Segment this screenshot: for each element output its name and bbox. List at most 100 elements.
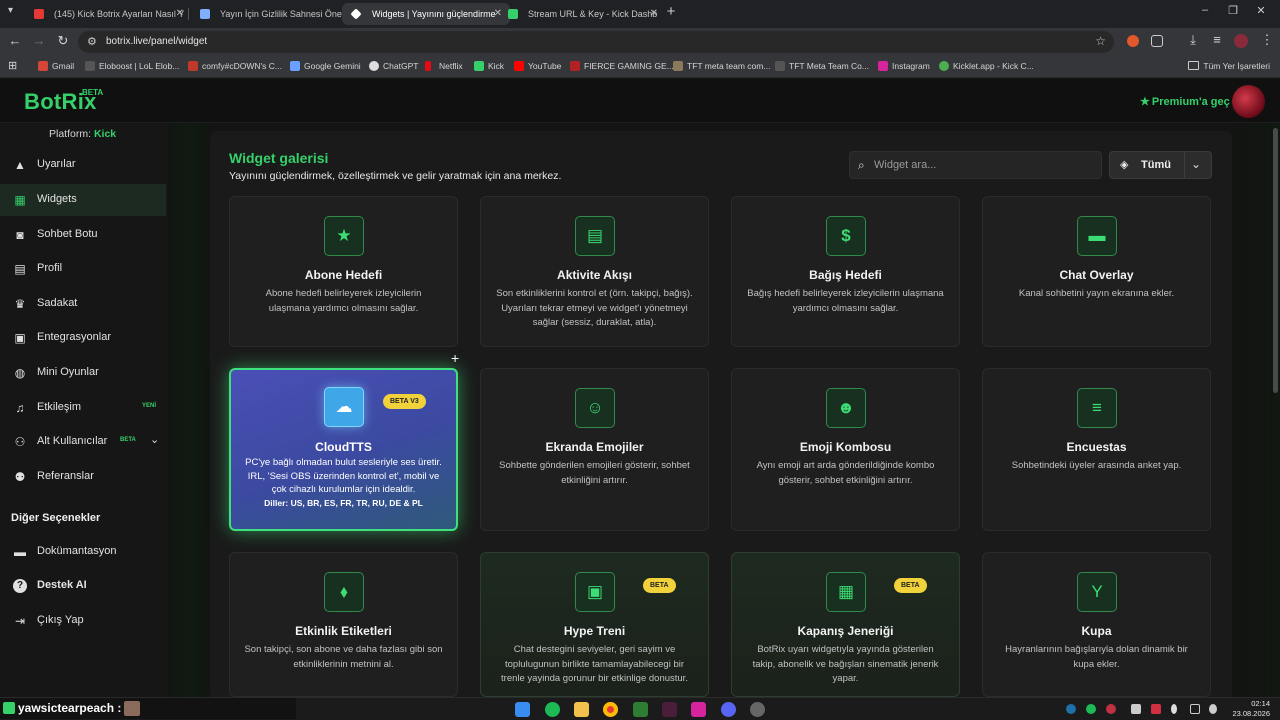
search-input[interactable] (874, 156, 1094, 174)
widget-card-emoji-kombosu[interactable]: ☻ Emoji Kombosu Aynı emoji art arda gönd… (731, 368, 960, 531)
scrollbar[interactable] (1273, 128, 1278, 393)
spotify-icon[interactable] (545, 702, 560, 717)
file-explorer-icon[interactable] (574, 702, 589, 717)
sidebar-item-cikis-yap[interactable]: ⇥ Çıkış Yap (0, 605, 166, 637)
sidebar-item-sohbet-botu[interactable]: ◙ Sohbet Botu (0, 219, 166, 251)
url-text[interactable]: botrix.live/panel/widget (106, 36, 207, 47)
bookmark-item[interactable]: YouTube (514, 61, 561, 71)
sidebar-item-profil[interactable]: ▤ Profil (0, 253, 166, 285)
widget-card-encuestas[interactable]: ≡ Encuestas Sohbetindeki üyeler arasında… (982, 368, 1211, 531)
app-icon[interactable] (633, 702, 648, 717)
tray-icon[interactable] (1131, 704, 1141, 714)
sidebar-item-widgets[interactable]: ▦ Widgets (0, 184, 166, 216)
widget-card-etkinlik-etiketleri[interactable]: ⬧ Etkinlik Etiketleri Son takipçi, son a… (229, 552, 458, 697)
chrome-icon[interactable] (603, 702, 618, 717)
new-tab-icon[interactable]: + (664, 3, 678, 20)
tray-icon[interactable] (1066, 704, 1076, 714)
sidebar-item-dokumantasyon[interactable]: ▬ Dokümantasyon (0, 536, 166, 568)
tray-icon[interactable] (1106, 704, 1116, 714)
bookmark-item[interactable]: TFT Meta Team Co... (775, 61, 869, 71)
premium-button[interactable]: ★ Premium'a geç (1140, 95, 1230, 108)
browser-tab[interactable]: (145) Kick Botrix Ayarları Nasıl Y ✕ (24, 3, 192, 25)
widget-search[interactable]: ⌕ (849, 151, 1102, 179)
sidebar-item-etkilesim[interactable]: ♫ Etkileşim YENİ (0, 392, 166, 424)
tray-icon[interactable] (1151, 704, 1161, 714)
layers-icon: ◈ (1120, 159, 1129, 171)
bookmark-item[interactable]: Google Gemini (290, 61, 361, 71)
widget-description: PC'ye bağlı olmadan bulut sesleriyle ses… (245, 457, 442, 508)
widget-card-hype-treni[interactable]: ▣ BETA Hype Treni Chat destegini seviyel… (480, 552, 709, 697)
widget-card-cloudtts[interactable]: ☁ BETA V3 CloudTTS PC'ye bağlı olmadan b… (229, 368, 458, 531)
sidebar-item-uyarilar[interactable]: ▲ Uyarılar (0, 149, 166, 181)
all-bookmarks-folder[interactable]: Tüm Yer İşaretleri (1188, 61, 1270, 71)
instagram-icon[interactable] (691, 702, 706, 717)
bookmark-star-icon[interactable]: ☆ (1095, 34, 1106, 48)
widget-card-abone-hedefi[interactable]: ★ Abone Hedefi Abone hedefi belirleyerek… (229, 196, 458, 347)
widget-card-aktivite-akisi[interactable]: ▤ Aktivite Akışı Son etkinliklerini kont… (480, 196, 709, 347)
forward-icon[interactable]: → (30, 33, 48, 48)
extensions-puzzle-icon[interactable] (1151, 35, 1163, 47)
discord-icon[interactable] (721, 702, 736, 717)
widget-card-bagis-hedefi[interactable]: $ Bağış Hedefi Bağış hedefi belirleyerek… (731, 196, 960, 347)
avatar[interactable] (1232, 85, 1265, 118)
widget-card-kapanis-jenerigi[interactable]: ▦ BETA Kapanış Jeneriği BotRix uyarı wid… (731, 552, 960, 697)
chevron-down-icon[interactable]: ⌄ (1191, 157, 1201, 171)
bookmark-item[interactable]: Netflix (425, 61, 463, 71)
bookmark-item[interactable]: Instagram (878, 61, 930, 71)
sidebar-item-entegrasyonlar[interactable]: ▣ Entegrasyonlar (0, 322, 166, 354)
widget-title: Bağış Hedefi (809, 268, 882, 282)
sidebar-item-destek-ai[interactable]: ? Destek AI (0, 570, 166, 602)
widget-card-ekranda-emojiler[interactable]: ☺ Ekranda Emojiler Sohbette gönderilen e… (480, 368, 709, 531)
sidebar-item-alt-kullanicilar[interactable]: ⚇ Alt Kullanıcılar BETA ⌄ (0, 426, 166, 458)
display-icon[interactable] (1190, 704, 1200, 714)
star-icon: ★ (1140, 96, 1150, 108)
bookmark-item[interactable]: comfy#cDOWN's C... (188, 61, 282, 71)
widget-card-kupa[interactable]: Y Kupa Hayranlarının bağışlarıyla dolan … (982, 552, 1211, 697)
url-bar[interactable]: ⚙ botrix.live/panel/widget ☆ (78, 31, 1114, 53)
sidebar-item-referanslar[interactable]: ⚉ Referanslar (0, 461, 166, 493)
microphone-icon[interactable] (1171, 704, 1177, 714)
sidebar-item-mini-oyunlar[interactable]: ◍ Mini Oyunlar (0, 357, 166, 389)
bookmark-item[interactable]: Kicklet.app - Kick C... (939, 61, 1034, 71)
maximize-icon[interactable]: ❐ (1224, 4, 1242, 17)
filter-dropdown[interactable]: ◈ Tümü ⌄ (1109, 151, 1212, 179)
grid-icon: ▦ (14, 193, 26, 207)
new-tag: YENİ (142, 403, 157, 409)
bookmark-item[interactable]: FIERCE GAMING GE... (570, 61, 674, 71)
back-icon[interactable]: ← (6, 33, 24, 48)
minimize-icon[interactable]: – (1196, 4, 1214, 16)
widget-title: Kupa (1081, 624, 1112, 638)
reload-icon[interactable]: ↻ (54, 33, 72, 49)
spotify-tray-icon[interactable] (1086, 704, 1096, 714)
sidebar-item-sadakat[interactable]: ♛ Sadakat (0, 288, 166, 320)
chevron-down-icon[interactable]: ⌄ (150, 433, 159, 446)
taskbar-clock[interactable]: 02:14 23.08.2026 (1228, 699, 1270, 719)
close-tab-icon[interactable]: ✕ (650, 3, 658, 25)
volume-icon[interactable] (1209, 704, 1217, 714)
profile-icon[interactable] (1234, 34, 1248, 48)
logo-beta-badge: BETA (82, 88, 104, 97)
trophy-icon: ♛ (14, 297, 26, 311)
app-icon[interactable] (750, 702, 765, 717)
bookmark-item[interactable]: ChatGPT (369, 61, 418, 71)
tab-search-icon[interactable]: ▾ (8, 5, 13, 16)
windows-start-icon[interactable] (515, 702, 530, 717)
widget-card-chat-overlay[interactable]: ▬ Chat Overlay Kanal sohbetini yayın ekr… (982, 196, 1211, 347)
reading-list-icon[interactable]: ≡ (1208, 32, 1226, 47)
bookmark-item[interactable]: Gmail (38, 61, 74, 71)
browser-tab[interactable]: Stream URL & Key - Kick Dashb ✕ (498, 3, 666, 25)
logout-icon: ⇥ (14, 614, 26, 628)
bookmark-item[interactable]: TFT meta team com... (673, 61, 770, 71)
site-info-icon[interactable]: ⚙ (87, 35, 97, 48)
download-icon[interactable]: ⤓ (1184, 32, 1202, 48)
close-tab-icon[interactable]: ✕ (176, 3, 184, 25)
close-window-icon[interactable]: ✕ (1252, 4, 1270, 17)
browser-tab-active[interactable]: Widgets | Yayınını güçlendirme ✕ (342, 3, 510, 25)
bookmark-item[interactable]: Eloboost | LoL Elob... (85, 61, 179, 71)
menu-icon[interactable]: ⋮ (1258, 32, 1276, 48)
apps-grid-icon[interactable]: ⊞ (8, 59, 17, 72)
app-icon[interactable] (662, 702, 677, 717)
extension-icon[interactable] (1127, 35, 1139, 47)
bookmark-item[interactable]: Kick (474, 61, 504, 71)
browser-tab[interactable]: Yayın İçin Gizlilik Sahnesi Öneri ✕ (190, 3, 358, 25)
